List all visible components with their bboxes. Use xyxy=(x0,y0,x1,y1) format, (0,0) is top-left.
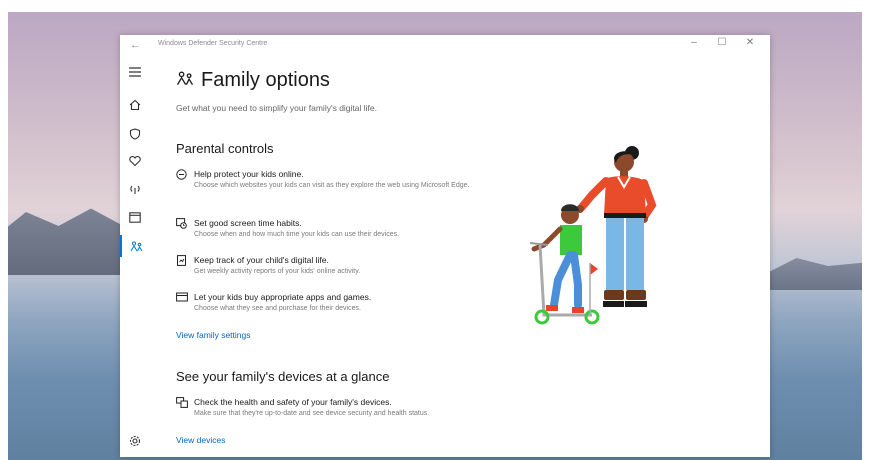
section-heading-devices: See your family's devices at a glance xyxy=(176,369,390,384)
wifi-antenna-icon[interactable] xyxy=(120,178,150,200)
card-icon xyxy=(176,292,188,304)
hamburger-menu-icon[interactable] xyxy=(120,61,150,83)
nav-rail xyxy=(120,57,150,457)
window-controls: – ☐ ✕ xyxy=(680,37,764,48)
app-browser-icon[interactable] xyxy=(120,206,150,228)
page-title-text: Family options xyxy=(201,69,330,91)
item-description: Choose what they see and purchase for th… xyxy=(194,305,361,312)
screenshot-border xyxy=(862,0,870,460)
home-icon[interactable] xyxy=(120,94,150,116)
settings-gear-icon[interactable] xyxy=(120,430,150,452)
circle-minus-icon xyxy=(176,169,188,181)
item-title: Set good screen time habits. xyxy=(194,218,302,228)
window-title: Windows Defender Security Centre xyxy=(158,40,268,47)
family-icon[interactable] xyxy=(120,235,150,257)
heart-icon[interactable] xyxy=(120,150,150,172)
view-family-settings-link[interactable]: View family settings xyxy=(176,330,250,340)
view-devices-link[interactable]: View devices xyxy=(176,435,225,445)
screenshot-border xyxy=(0,0,870,12)
screen-time-icon xyxy=(176,218,188,230)
item-title: Let your kids buy appropriate apps and g… xyxy=(194,292,372,302)
family-illustration xyxy=(529,146,657,325)
item-description: Make sure that they're up-to-date and se… xyxy=(194,410,430,417)
back-arrow-icon[interactable]: ← xyxy=(130,39,141,51)
family-icon xyxy=(176,71,194,91)
page-title: Family options xyxy=(176,69,330,92)
activity-report-icon xyxy=(176,255,188,267)
item-title: Help protect your kids online. xyxy=(194,169,304,179)
item-description: Choose when and how much time your kids … xyxy=(194,231,400,238)
item-description: Get weekly activity reports of your kids… xyxy=(194,268,361,275)
section-heading-parental-controls: Parental controls xyxy=(176,141,274,156)
title-bar: ← Windows Defender Security Centre – ☐ ✕ xyxy=(120,35,770,57)
minimize-icon[interactable]: – xyxy=(680,37,708,48)
close-icon[interactable]: ✕ xyxy=(736,37,764,48)
shield-icon[interactable] xyxy=(120,123,150,145)
item-title: Check the health and safety of your fami… xyxy=(194,397,392,407)
page-subtitle: Get what you need to simplify your famil… xyxy=(176,103,377,113)
devices-icon xyxy=(176,397,188,409)
item-description: Choose which websites your kids can visi… xyxy=(194,182,470,189)
maximize-icon[interactable]: ☐ xyxy=(708,37,736,48)
app-window: ← Windows Defender Security Centre – ☐ ✕ xyxy=(120,35,770,457)
screenshot-border xyxy=(0,0,8,460)
item-title: Keep track of your child's digital life. xyxy=(194,255,329,265)
